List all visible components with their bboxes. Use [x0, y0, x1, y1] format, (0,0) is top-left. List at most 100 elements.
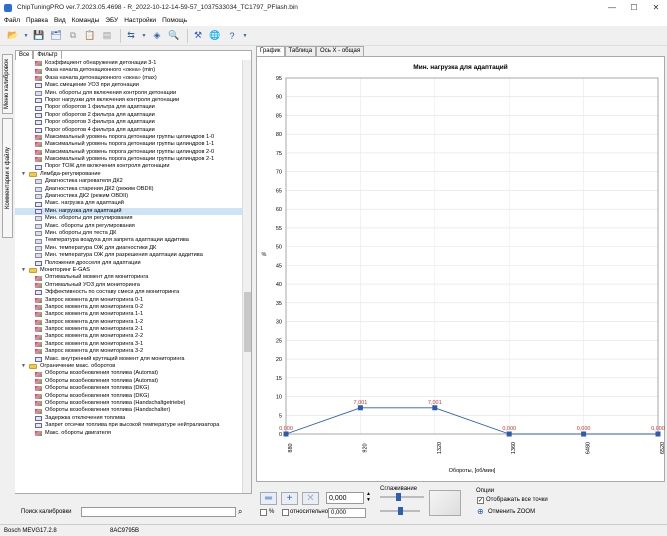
globe-icon[interactable]: 🌐	[208, 29, 222, 43]
tree-item[interactable]: Мин. нагрузка для адаптаций	[15, 207, 242, 216]
tree-item[interactable]: Макс. обороты двигателя	[15, 430, 242, 437]
tree-item[interactable]: Порог оборотов 1 фильтра для адаптации	[15, 104, 242, 111]
tree-item[interactable]: Макс. внутренний крутящий момент для мон…	[15, 356, 242, 363]
tree-item[interactable]: Обороты возобновления топлива (Automat)	[15, 370, 242, 377]
add-button[interactable]: +	[281, 492, 298, 505]
tree-item[interactable]: Запрос момента для мониторинга 0-1	[15, 297, 242, 304]
tree-item[interactable]: Порог оборотов 4 фильтра для адаптации	[15, 127, 242, 134]
maximize-button[interactable]: ☐	[623, 0, 645, 15]
tree-item[interactable]: Оптимальный УОЗ для мониторинга	[15, 282, 242, 289]
menu-view[interactable]: Вид	[54, 17, 66, 24]
tree-item[interactable]: Эффективность по составу смеси для монит…	[15, 289, 242, 296]
tree-item[interactable]: Запрос момента для мониторинга 2-1	[15, 326, 242, 333]
equals-button[interactable]: ═	[260, 492, 277, 505]
search-icon[interactable]: ⌕	[238, 507, 250, 517]
multiply-button[interactable]: ✕	[302, 492, 319, 505]
tab-chart[interactable]: График	[256, 46, 285, 56]
minimize-button[interactable]: —	[601, 0, 623, 15]
save-as-icon[interactable]: 🗂	[49, 29, 63, 43]
tree-item[interactable]: Запрос момента для мониторинга 0-2	[15, 304, 242, 311]
chart-svg[interactable]: 0 5 10 15 20 25 30 35 40 45 50 55 60 65 70 75 80 85 90 95 88…	[256, 72, 665, 482]
tree-item[interactable]: Запрос момента для мониторинга 1-1	[15, 311, 242, 318]
tree-item[interactable]: Положения дросселя для адаптации	[15, 260, 242, 267]
tree-item[interactable]: Макс. обороты для регулирования	[15, 223, 242, 230]
tree-item[interactable]: Фаза начала детонационного «окна» (max)	[15, 75, 242, 82]
paste-icon[interactable]: 📋	[83, 29, 97, 43]
tree-item[interactable]: Диагностика старения ДК2 (режим OBDII)	[15, 186, 242, 193]
tree-item[interactable]: Мин. температура ОЖ для разрешения адапт…	[15, 252, 242, 259]
copy-icon[interactable]: ⧉	[66, 29, 80, 43]
reset-zoom-icon[interactable]: ⊕	[477, 507, 484, 516]
expand-icon[interactable]: ▼	[21, 171, 27, 178]
tree-item[interactable]: Порог оборотов 2 фильтра для адаптации	[15, 112, 242, 119]
clipboard-icon[interactable]: ▤	[100, 29, 114, 43]
tools-icon[interactable]: ⚒	[191, 29, 205, 43]
tree-item[interactable]: Запрос момента для мониторинга 1-2	[15, 319, 242, 326]
tree-item[interactable]: Обороты возобновления топлива (Handschal…	[15, 407, 242, 414]
value-input[interactable]: 0,000	[326, 492, 364, 504]
tree-folder[interactable]: ▼ Лямбда-регулирование	[15, 171, 242, 178]
tree-item[interactable]: Обороты возобновления топлива (Automat)	[15, 378, 242, 385]
tree-item[interactable]: Порог оборотов 3 фильтра для адаптации	[15, 119, 242, 126]
tree-item[interactable]: Обороты возобновления топлива (Handschal…	[15, 400, 242, 407]
relative-value-input[interactable]: 0,000	[328, 508, 366, 518]
expand-icon[interactable]: ▼	[21, 363, 27, 370]
tree-item[interactable]: Порог ТОЖ для включения контроля детонац…	[15, 163, 242, 170]
save-icon[interactable]: 💾	[32, 29, 46, 43]
tree-item[interactable]: Оптимальный момент для мониторинга	[15, 274, 242, 281]
search-icon[interactable]: 🔍	[167, 29, 181, 43]
tree-scrollbar[interactable]	[242, 60, 251, 493]
navigate-icon[interactable]: ◈	[150, 29, 164, 43]
menu-ecu[interactable]: ЭБУ	[105, 17, 118, 24]
tree-item[interactable]: Коэффициент обнаружения детонации 3-1	[15, 60, 242, 67]
tree-item[interactable]: Фаза начала детонационного «окна» (min)	[15, 67, 242, 74]
scrollbar-thumb[interactable]	[244, 292, 251, 352]
tab-calibrations-menu[interactable]: Меню калибровок	[2, 54, 13, 114]
smoothing-slider-thumb[interactable]	[396, 493, 401, 501]
tree-item[interactable]: Макс. нагрузка для адаптаций	[15, 200, 242, 207]
tree-item[interactable]: Максимальный уровень порога детонации гр…	[15, 149, 242, 156]
menu-file[interactable]: Файл	[4, 17, 20, 24]
search-input[interactable]	[81, 506, 236, 517]
tree-item[interactable]: Мин. температура ОЖ для диагностики ДК	[15, 245, 242, 252]
tree-item[interactable]: Мин. обороты для включения контроля дето…	[15, 90, 242, 97]
tree-item[interactable]: Запрет отсечки топлива при высокой темпе…	[15, 422, 242, 429]
menu-settings[interactable]: Настройки	[124, 17, 156, 24]
menu-help[interactable]: Помощь	[162, 17, 187, 24]
compare-icon[interactable]: ⇆	[124, 29, 138, 43]
expand-icon[interactable]: ▼	[21, 267, 27, 274]
dropdown-arrow-icon[interactable]: ▼	[242, 29, 248, 43]
tab-filter[interactable]: Фильтр	[33, 50, 62, 59]
dropdown-arrow-icon[interactable]: ▼	[141, 29, 147, 43]
tree-item[interactable]: Максимальный уровень порога детонации гр…	[15, 141, 242, 148]
tree-item[interactable]: Диагностика нагревателя ДК2	[15, 178, 242, 185]
tab-file-comments[interactable]: Комментарии к файлу	[2, 118, 13, 238]
tree-folder[interactable]: ▼ Ограничение макс. оборотов	[15, 363, 242, 370]
tree-item[interactable]: Запрос момента для мониторинга 2-2	[15, 333, 242, 340]
close-button[interactable]: ✕	[645, 0, 667, 15]
open-folder-icon[interactable]: 📂	[6, 29, 20, 43]
spin-down-icon[interactable]: ▼	[366, 497, 371, 503]
tree-item[interactable]: Мин. обороты для регулирования	[15, 215, 242, 222]
tab-x-axis-common[interactable]: Ось X - общая	[316, 46, 365, 56]
tree-item[interactable]: Запрос момента для мониторинга 3-2	[15, 348, 242, 355]
tree-item[interactable]: Мин. обороты для теста ДК	[15, 230, 242, 237]
show-all-points-checkbox[interactable]: ✓	[477, 497, 484, 504]
tree-item[interactable]: Температура воздуха для запрета адаптаци…	[15, 237, 242, 244]
tree-item[interactable]: Обороты возобновления топлива (DKG)	[15, 393, 242, 400]
menu-edit[interactable]: Правка	[26, 17, 48, 24]
tab-all[interactable]: Все	[15, 50, 34, 59]
reset-zoom-button[interactable]: Отменить ZOOM	[488, 509, 535, 515]
percent-checkbox[interactable]	[260, 509, 267, 516]
tree-item[interactable]: Порог нагрузки для включения контроля де…	[15, 97, 242, 104]
menu-commands[interactable]: Команды	[72, 17, 100, 24]
tab-table[interactable]: Таблица	[284, 46, 317, 56]
tree-item[interactable]: Максимальный уровень порога детонации гр…	[15, 156, 242, 163]
tree-item[interactable]: Макс.смещение УОЗ при детонации	[15, 82, 242, 89]
tree-item[interactable]: Запрос момента для мониторинга 3-1	[15, 341, 242, 348]
tree-item[interactable]: Обороты возобновления топлива (DKG)	[15, 385, 242, 392]
smoothing-slider[interactable]	[380, 496, 424, 498]
smoothing-secondary-thumb[interactable]	[398, 507, 403, 515]
dropdown-arrow-icon[interactable]: ▼	[23, 29, 29, 43]
smoothing-curve-icon[interactable]	[429, 490, 461, 516]
